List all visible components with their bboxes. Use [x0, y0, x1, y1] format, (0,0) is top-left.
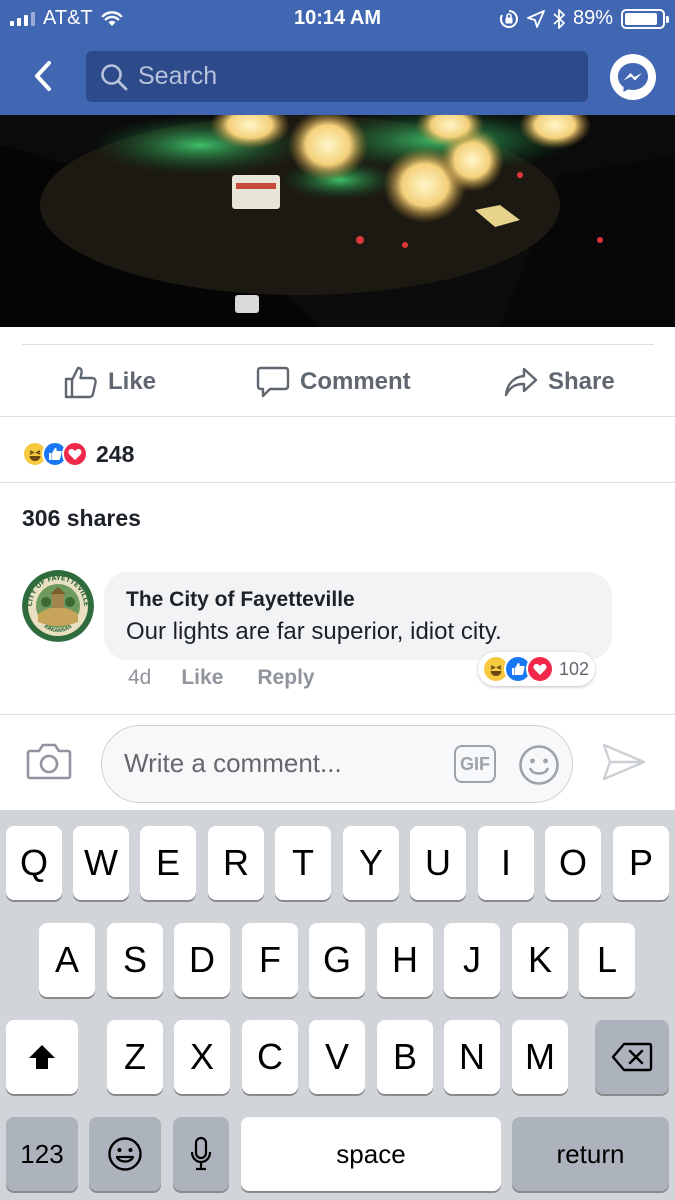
- share-label: Share: [548, 368, 615, 395]
- key-i[interactable]: I: [478, 826, 534, 900]
- battery-percent: 89%: [572, 7, 613, 29]
- key-r[interactable]: R: [208, 826, 264, 900]
- shares-count[interactable]: 306 shares: [22, 505, 141, 532]
- rotation-lock-icon: [499, 9, 518, 28]
- comment-label: Comment: [300, 368, 411, 395]
- return-key[interactable]: return: [512, 1117, 669, 1191]
- microphone-icon: [190, 1136, 212, 1171]
- back-button[interactable]: [26, 56, 60, 96]
- chevron-left-icon: [35, 61, 51, 91]
- keyboard: Q W E R T Y U I O P A S D F G H J K L Z …: [0, 810, 675, 1200]
- comment-reaction-count: 102: [559, 658, 590, 679]
- comment-author[interactable]: The City of Fayetteville: [126, 588, 590, 612]
- space-key[interactable]: space: [241, 1117, 501, 1191]
- divider: [0, 416, 675, 417]
- like-label: Like: [108, 368, 157, 395]
- top-bar: AT&T 10:14 AM 89%: [0, 0, 675, 115]
- comment-input-field[interactable]: GIF: [101, 725, 573, 803]
- comment-bubble-icon: [256, 366, 290, 398]
- dictation-key[interactable]: [173, 1117, 229, 1191]
- key-j[interactable]: J: [444, 923, 500, 997]
- messenger-icon: [618, 63, 648, 92]
- navigation-bar: [0, 40, 675, 115]
- divider: [0, 482, 675, 483]
- comment-like-link[interactable]: Like: [181, 666, 223, 690]
- shift-arrow-icon: [29, 1045, 55, 1069]
- key-m[interactable]: M: [512, 1020, 568, 1094]
- post-photo[interactable]: [0, 115, 675, 327]
- key-l[interactable]: L: [579, 923, 635, 997]
- key-f[interactable]: F: [242, 923, 298, 997]
- gif-button[interactable]: GIF: [454, 745, 496, 783]
- comment-time: 4d: [128, 666, 152, 689]
- comment-text: Our lights are far superior, idiot city.: [126, 618, 502, 645]
- backspace-key[interactable]: [595, 1020, 669, 1094]
- sticker-button[interactable]: [518, 744, 560, 791]
- comment-reply-link[interactable]: Reply: [257, 666, 314, 690]
- post-reactions-summary[interactable]: 248: [22, 436, 134, 472]
- key-g[interactable]: G: [309, 923, 365, 997]
- key-e[interactable]: E: [140, 826, 196, 900]
- key-v[interactable]: V: [309, 1020, 365, 1094]
- key-a[interactable]: A: [39, 923, 95, 997]
- key-z[interactable]: Z: [107, 1020, 163, 1094]
- location-arrow-icon: [527, 9, 545, 28]
- comment-reactions-badge[interactable]: 102: [478, 652, 596, 686]
- search-input[interactable]: [138, 62, 538, 91]
- messenger-button[interactable]: [610, 54, 656, 100]
- shift-key[interactable]: [6, 1020, 78, 1094]
- love-reaction-icon: [62, 441, 88, 467]
- status-bar: AT&T 10:14 AM 89%: [0, 0, 675, 38]
- key-t[interactable]: T: [275, 826, 331, 900]
- key-w[interactable]: W: [73, 826, 129, 900]
- delete-backspace-icon: [611, 1042, 653, 1072]
- battery-icon: [621, 8, 669, 29]
- emoji-smiley-icon: [108, 1137, 142, 1171]
- key-k[interactable]: K: [512, 923, 568, 997]
- key-s[interactable]: S: [107, 923, 163, 997]
- avatar[interactable]: CITY OF FAYETTEVILLE ARKANSAS: [22, 570, 94, 642]
- reaction-count: 248: [96, 440, 135, 467]
- comment-input[interactable]: [124, 748, 444, 779]
- search-icon: [101, 63, 128, 90]
- comment-bubble[interactable]: The City of Fayetteville Our lights are …: [104, 572, 612, 660]
- status-right: 89%: [499, 7, 669, 30]
- share-button[interactable]: Share: [504, 360, 615, 404]
- key-h[interactable]: H: [377, 923, 433, 997]
- key-y[interactable]: Y: [343, 826, 399, 900]
- key-x[interactable]: X: [174, 1020, 230, 1094]
- smiley-icon: [519, 745, 559, 785]
- bluetooth-icon: [553, 8, 565, 29]
- love-reaction-icon: [526, 655, 554, 683]
- numbers-key[interactable]: 123: [6, 1117, 78, 1191]
- camera-icon: [26, 743, 72, 780]
- key-n[interactable]: N: [444, 1020, 500, 1094]
- send-icon: [602, 743, 646, 781]
- search-bar[interactable]: [86, 51, 588, 102]
- christmas-lights-photo: [0, 115, 675, 327]
- key-u[interactable]: U: [410, 826, 466, 900]
- camera-button[interactable]: [26, 741, 72, 786]
- comment-button[interactable]: Comment: [256, 360, 411, 404]
- comment-meta: 4d Like Reply: [128, 666, 315, 690]
- key-d[interactable]: D: [174, 923, 230, 997]
- like-button[interactable]: Like: [64, 360, 156, 404]
- key-c[interactable]: C: [242, 1020, 298, 1094]
- comment-composer: GIF: [0, 714, 675, 810]
- share-arrow-icon: [504, 367, 538, 397]
- divider: [22, 344, 654, 345]
- key-p[interactable]: P: [613, 826, 669, 900]
- city-seal-logo: CITY OF FAYETTEVILLE ARKANSAS: [22, 570, 94, 642]
- key-o[interactable]: O: [545, 826, 601, 900]
- emoji-key[interactable]: [89, 1117, 161, 1191]
- key-b[interactable]: B: [377, 1020, 433, 1094]
- key-q[interactable]: Q: [6, 826, 62, 900]
- thumbs-up-icon: [64, 366, 97, 399]
- send-button[interactable]: [602, 742, 646, 787]
